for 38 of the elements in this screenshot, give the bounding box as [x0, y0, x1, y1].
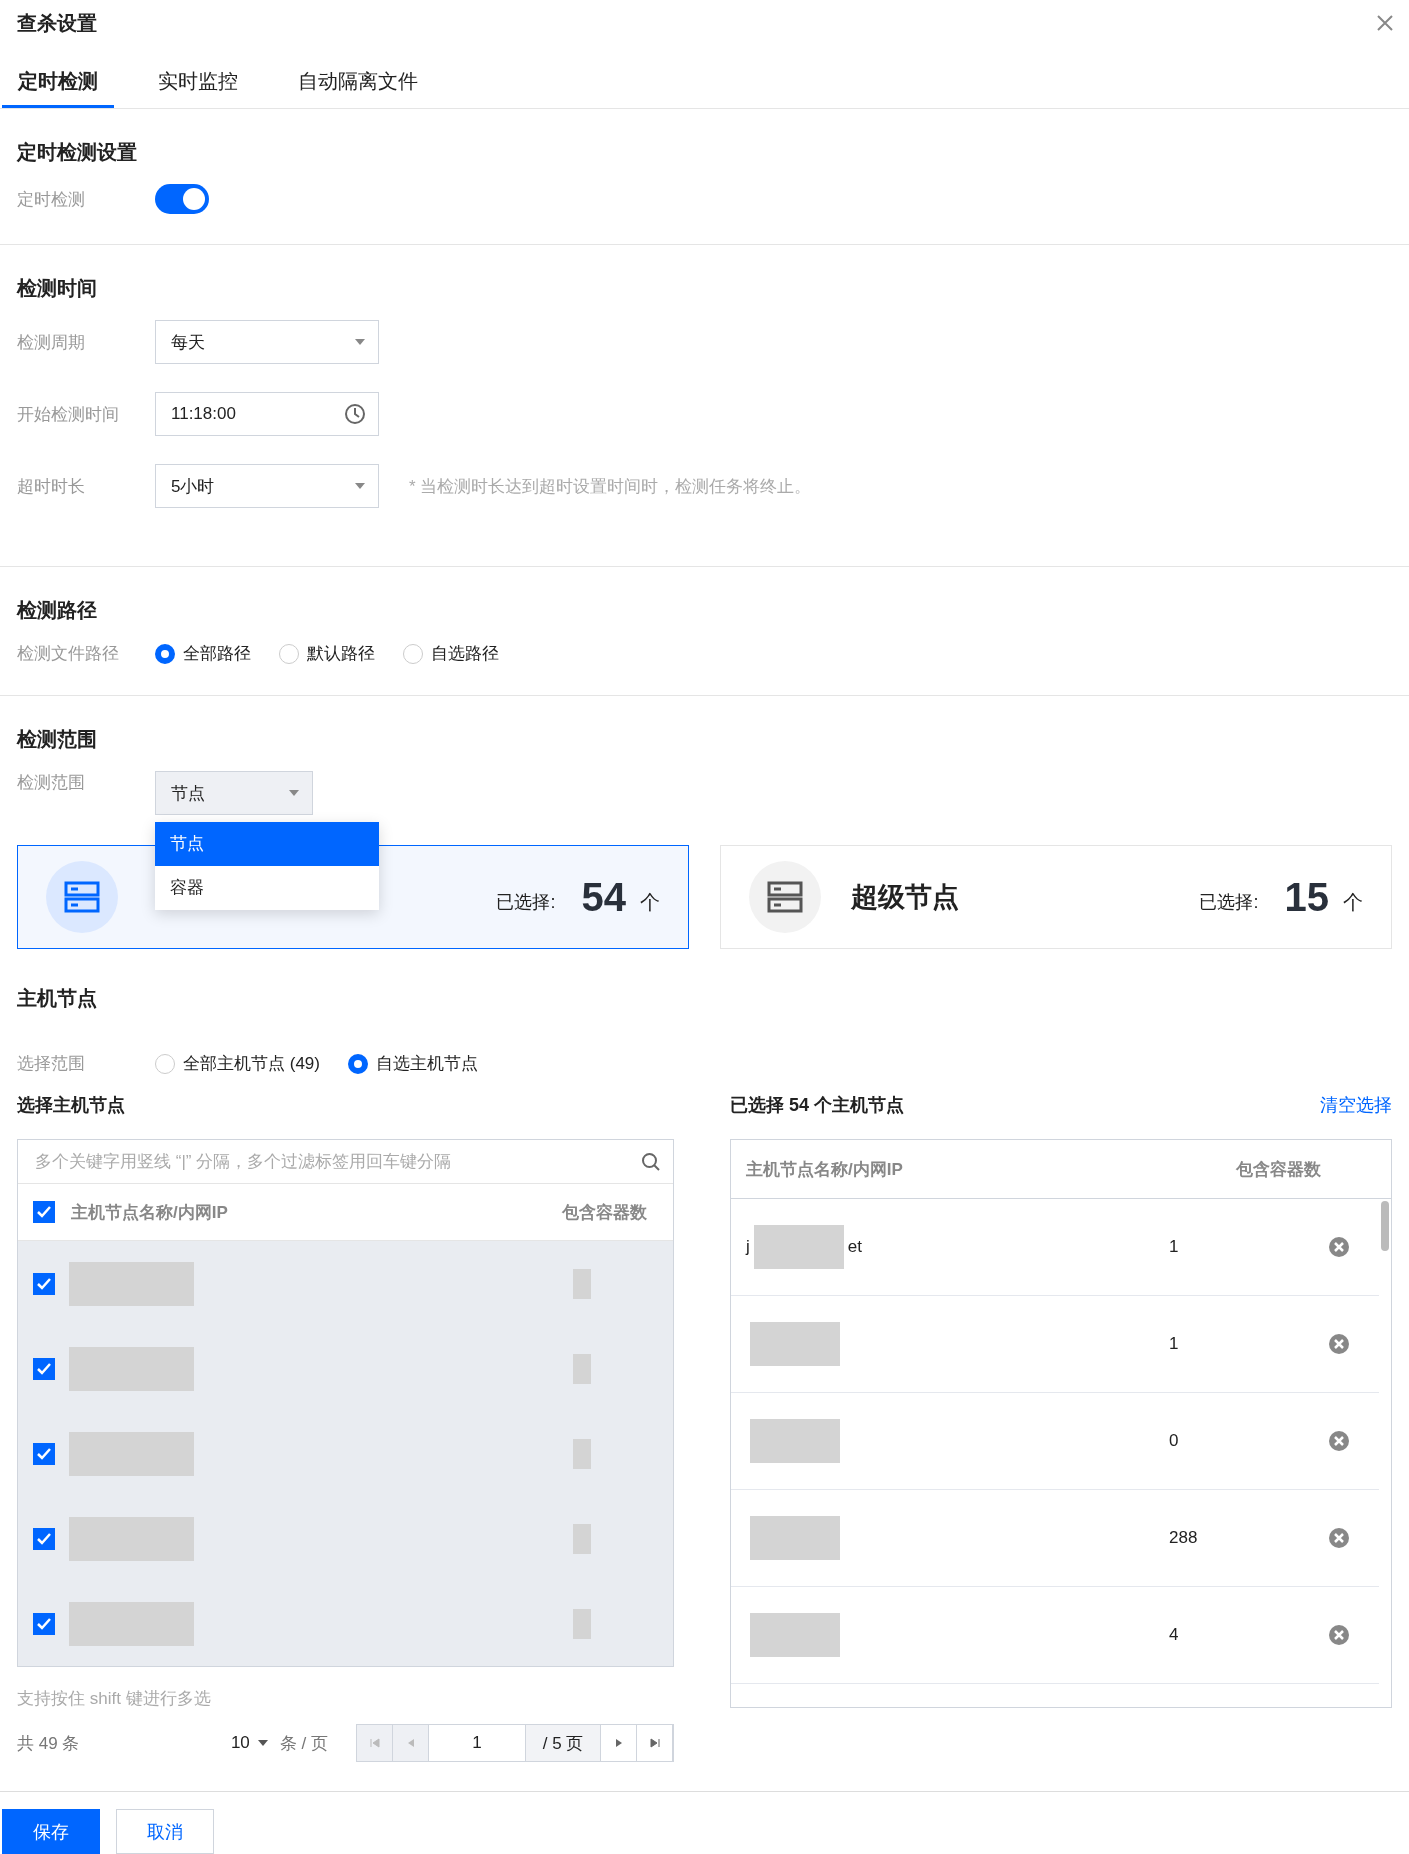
count-unit: 个	[1343, 889, 1363, 915]
timeout-hint: * 当检测时长达到超时设置时间时，检测任务将终止。	[409, 475, 812, 498]
table-cell-text: 0	[1169, 1431, 1180, 1451]
count-unit: 个	[640, 889, 660, 915]
panel-title: 已选择 54 个主机节点	[730, 1094, 905, 1117]
field-label: 检测范围	[17, 772, 86, 794]
field-label: 定时检测	[17, 188, 86, 211]
page-count: / 5 页	[526, 1725, 601, 1761]
column-header: 主机节点名称/内网IP	[746, 1158, 904, 1181]
panel-title: 选择主机节点	[17, 1094, 125, 1117]
selected-count-label: 已选择:	[496, 891, 556, 914]
field-label: 选择范围	[17, 1053, 86, 1075]
section-title: 检测范围	[17, 727, 98, 752]
section-title: 主机节点	[17, 986, 98, 1011]
field-label: 检测文件路径	[17, 643, 120, 665]
column-header: 包含容器数	[1236, 1158, 1322, 1181]
field-label: 超时时长	[17, 475, 86, 498]
field-label: 开始检测时间	[17, 403, 120, 426]
column-header: 包含容器数	[562, 1201, 647, 1224]
column-header: 主机节点名称/内网IP	[71, 1201, 229, 1224]
selected-count: 15	[1284, 874, 1329, 920]
selected-count: 54	[581, 874, 626, 920]
table-cell-text: 288	[1169, 1528, 1199, 1548]
node-name-fragment: et	[847, 1237, 862, 1257]
table-cell-text: 1	[1169, 1237, 1180, 1257]
selected-count-label: 已选择:	[1199, 891, 1259, 914]
node-name-fragment: j	[746, 1237, 750, 1257]
section-title: 定时检测设置	[17, 140, 138, 165]
total-count: 共 49 条	[17, 1732, 80, 1755]
field-label: 检测周期	[17, 331, 86, 354]
card-title: 超级节点	[851, 881, 959, 914]
table-cell-text: 1	[1169, 1334, 1180, 1354]
section-title: 检测时间	[17, 276, 98, 301]
section-title: 检测路径	[17, 598, 98, 623]
multiselect-hint: 支持按住 shift 键进行多选	[17, 1688, 212, 1710]
page-size-unit: 条 / 页	[279, 1732, 328, 1755]
table-cell-text: 4	[1169, 1625, 1180, 1645]
dialog-title: 查杀设置	[17, 10, 97, 36]
